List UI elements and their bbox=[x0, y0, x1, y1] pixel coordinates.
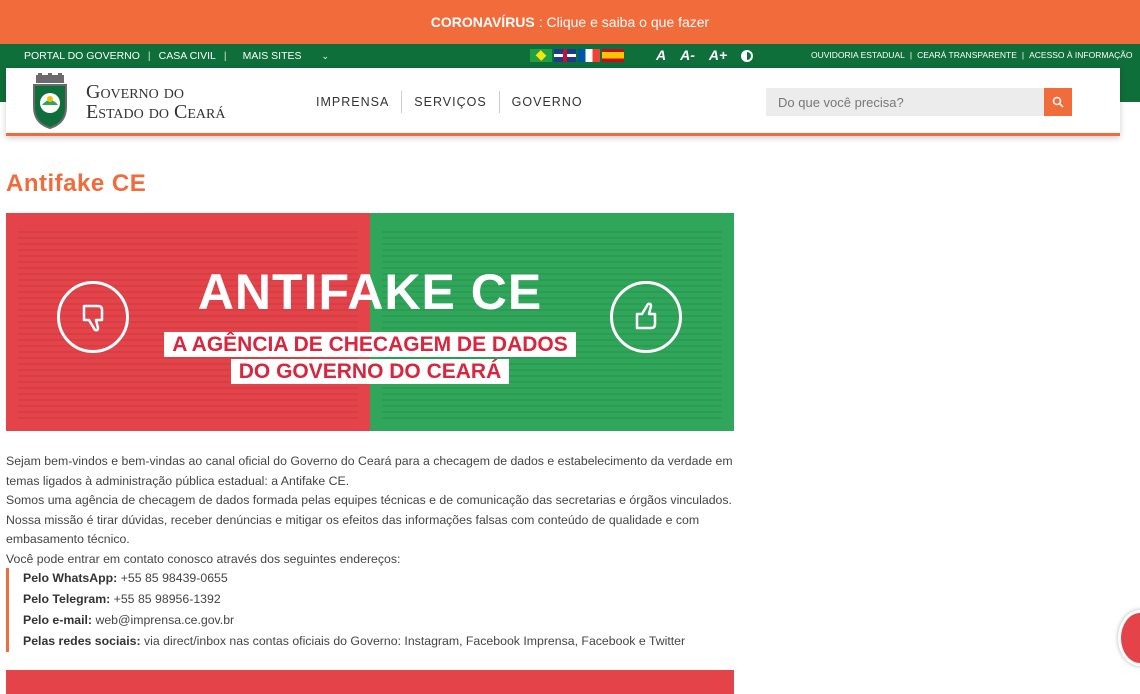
nav-governo[interactable]: GOVERNO bbox=[500, 95, 595, 109]
portal-links: PORTAL DO GOVERNO | CASA CIVIL | MAIS SI… bbox=[16, 50, 345, 62]
link-mais-sites[interactable]: MAIS SITES ⌄ bbox=[227, 50, 345, 62]
contact-value: +55 85 98439-0655 bbox=[117, 571, 228, 585]
contact-social: Pelas redes sociais: via direct/inbox na… bbox=[23, 631, 685, 652]
font-increase-button[interactable]: A+ bbox=[709, 47, 727, 63]
intro-paragraph: Somos uma agência de checagem de dados f… bbox=[6, 493, 732, 546]
font-size-controls: A A- A+ bbox=[656, 47, 754, 63]
brand-line-2: Estado do Ceará bbox=[86, 101, 226, 123]
banner-subtitle-line-2: DO GOVERNO DO CEARÁ bbox=[230, 359, 510, 384]
nav-imprensa[interactable]: IMPRENSA bbox=[304, 95, 401, 109]
search-box bbox=[766, 88, 1072, 116]
contact-value: via direct/inbox nas contas oficiais do … bbox=[140, 634, 686, 648]
contact-email: Pelo e-mail: web@imprensa.ce.gov.br bbox=[23, 610, 685, 631]
brand-name[interactable]: Governo do Estado do Ceará bbox=[86, 82, 225, 122]
contact-label: Pelo e-mail: bbox=[23, 613, 93, 627]
contact-whatsapp: Pelo WhatsApp: +55 85 98439-0655 bbox=[23, 568, 685, 589]
banner-title: ANTIFAKE CE bbox=[197, 264, 543, 320]
banner-subtitle-line-1: A AGÊNCIA DE CHECAGEM DE DADOS bbox=[164, 332, 576, 357]
mais-sites-label: MAIS SITES bbox=[242, 50, 302, 62]
nav-servicos[interactable]: SERVIÇOS bbox=[402, 95, 498, 109]
flag-uk-icon[interactable] bbox=[554, 49, 576, 62]
site-header: Governo do Estado do Ceará IMPRENSA SERV… bbox=[6, 68, 1120, 136]
coronavirus-label: CORONAVÍRUS bbox=[430, 14, 535, 30]
contact-telegram: Pelo Telegram: +55 85 98956-1392 bbox=[23, 589, 685, 610]
search-button[interactable] bbox=[1044, 88, 1072, 116]
banner-subtitle: A AGÊNCIA DE CHECAGEM DE DADOS DO GOVERN… bbox=[6, 331, 734, 385]
next-banner-strip bbox=[6, 670, 734, 694]
ceara-coat-of-arms-logo[interactable] bbox=[32, 73, 68, 129]
coronavirus-text: : Clique e saiba o que fazer bbox=[538, 14, 710, 30]
main-nav: IMPRENSA SERVIÇOS GOVERNO bbox=[304, 91, 595, 113]
flag-brazil-icon[interactable] bbox=[530, 49, 552, 62]
contact-value[interactable]: web@imprensa.ce.gov.br bbox=[92, 613, 234, 627]
flag-france-icon[interactable] bbox=[578, 49, 600, 62]
intro-text: Sejam bem-vindos e bem-vindas ao canal o… bbox=[6, 452, 736, 569]
font-decrease-button[interactable]: A- bbox=[680, 47, 695, 63]
link-portal-governo[interactable]: PORTAL DO GOVERNO bbox=[16, 50, 148, 62]
intro-paragraph: Você pode entrar em contato conosco atra… bbox=[6, 551, 401, 566]
flag-spain-icon[interactable] bbox=[602, 49, 624, 62]
brand-line-1: Governo do bbox=[86, 81, 184, 103]
chevron-down-icon: ⌄ bbox=[321, 51, 330, 61]
link-acesso-informacao[interactable]: ACESSO À INFORMAÇÃO bbox=[1024, 50, 1137, 60]
link-ceara-transparente[interactable]: CEARÁ TRANSPARENTE bbox=[912, 50, 1022, 60]
contact-label: Pelo Telegram: bbox=[23, 592, 111, 606]
antifake-banner: ANTIFAKE CE A AGÊNCIA DE CHECAGEM DE DAD… bbox=[6, 213, 734, 431]
contact-label: Pelas redes sociais: bbox=[23, 634, 141, 648]
contact-label: Pelo WhatsApp: bbox=[23, 571, 118, 585]
transparency-links: OUVIDORIA ESTADUAL | CEARÁ TRANSPARENTE … bbox=[806, 50, 1138, 60]
contact-list: Pelo WhatsApp: +55 85 98439-0655 Pelo Te… bbox=[6, 568, 685, 652]
floating-badge-button[interactable] bbox=[1118, 610, 1140, 666]
page-title: Antifake CE bbox=[6, 170, 147, 197]
separator: | bbox=[147, 50, 151, 62]
link-casa-civil[interactable]: CASA CIVIL bbox=[151, 50, 224, 62]
contact-value: +55 85 98956-1392 bbox=[110, 592, 221, 606]
font-default-button[interactable]: A bbox=[656, 47, 666, 63]
contrast-icon[interactable] bbox=[741, 50, 754, 62]
coronavirus-banner[interactable]: CORONAVÍRUS: Clique e saiba o que fazer bbox=[0, 0, 1140, 44]
search-input[interactable] bbox=[766, 88, 1036, 116]
search-icon bbox=[1052, 96, 1064, 108]
intro-paragraph: Sejam bem-vindos e bem-vindas ao canal o… bbox=[6, 454, 733, 488]
link-ouvidoria[interactable]: OUVIDORIA ESTADUAL bbox=[806, 50, 910, 60]
language-flags bbox=[530, 49, 624, 62]
separator: | bbox=[223, 50, 227, 62]
